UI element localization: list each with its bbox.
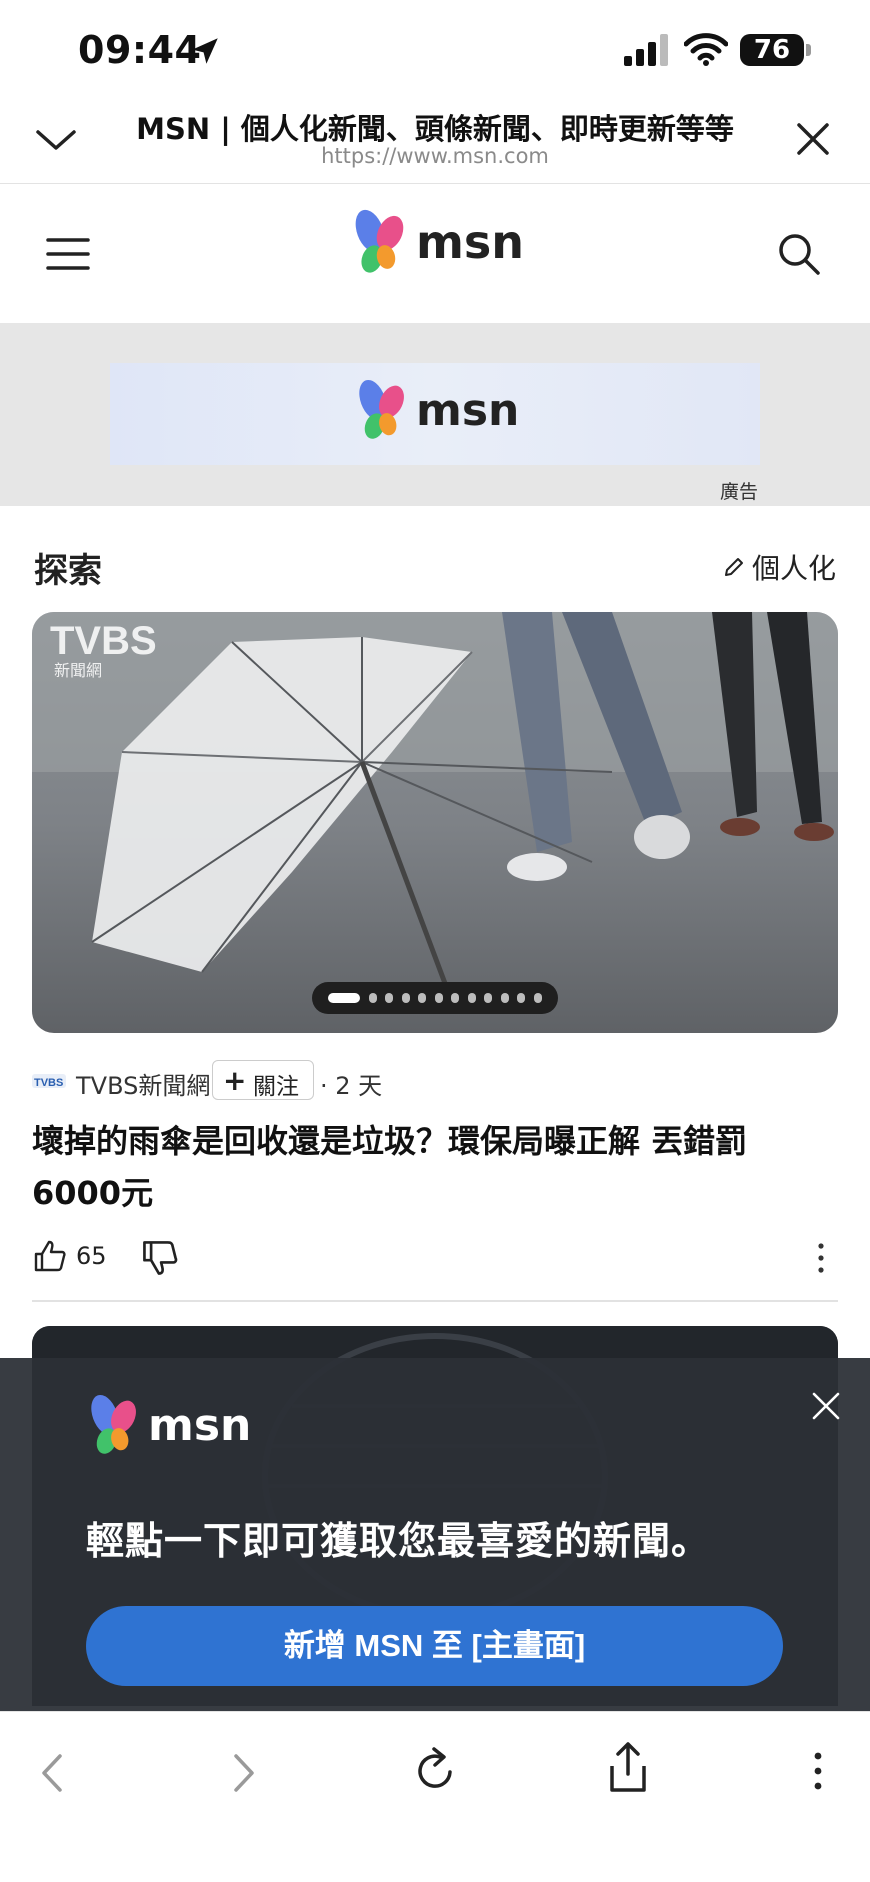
- hamburger-menu-icon[interactable]: [46, 237, 90, 271]
- tvbs-watermark: TVBS: [50, 619, 157, 663]
- svg-text:TVBS: TVBS: [34, 1077, 63, 1089]
- carousel-dot[interactable]: [467, 993, 476, 1003]
- carousel-dot[interactable]: [418, 993, 426, 1003]
- reload-icon[interactable]: [410, 1744, 460, 1796]
- like-count: 65: [76, 1242, 107, 1270]
- ad-banner[interactable]: msn: [110, 363, 760, 465]
- section-title: 探索: [34, 551, 102, 591]
- carousel-dot[interactable]: [517, 993, 525, 1003]
- source-name[interactable]: TVBS新聞網: [76, 1066, 210, 1101]
- page-url: https://www.msn.com: [321, 144, 549, 168]
- follow-label: 關注: [253, 1074, 299, 1100]
- promo-message: 輕點一下即可獲取您最喜愛的新聞。: [86, 1519, 711, 1563]
- umbrella-photo: TVBS 新聞網: [32, 612, 838, 1033]
- carousel-dot[interactable]: [484, 993, 492, 1003]
- page-title: MSN | 個人化新聞、頭條新聞、即時更新等等: [136, 112, 734, 146]
- more-options-icon[interactable]: [806, 1746, 830, 1796]
- carousel-dot[interactable]: [451, 993, 459, 1003]
- carousel-dot[interactable]: [328, 993, 360, 1003]
- carousel-dot[interactable]: [401, 993, 410, 1003]
- promo-msn-logo: msn: [86, 1394, 256, 1464]
- follow-button[interactable]: + 關注: [212, 1060, 314, 1100]
- pencil-icon: [725, 558, 743, 576]
- browser-header: MSN | 個人化新聞、頭條新聞、即時更新等等 https://www.msn.…: [0, 100, 870, 184]
- ad-label: 廣告: [720, 481, 759, 503]
- thumbs-down-icon[interactable]: [140, 1238, 180, 1278]
- carousel-dot[interactable]: [368, 993, 377, 1003]
- svg-text:新聞網: 新聞網: [54, 661, 102, 680]
- chevron-down-icon[interactable]: [30, 118, 82, 162]
- add-to-home-screen-button[interactable]: 新增 MSN 至 [主畫面]: [86, 1606, 783, 1686]
- thumbs-up-icon: [34, 1240, 66, 1272]
- msn-logo[interactable]: msn: [350, 209, 524, 279]
- msn-butterfly-icon: [355, 209, 404, 273]
- close-icon[interactable]: [790, 116, 836, 162]
- carousel-dot[interactable]: [533, 993, 542, 1003]
- battery-indicator: 76: [740, 34, 804, 66]
- location-arrow-icon: [192, 38, 218, 64]
- personalize-label: 個人化: [752, 552, 837, 585]
- close-icon[interactable]: [806, 1386, 846, 1426]
- wifi-icon: [684, 33, 728, 66]
- plus-icon: +: [223, 1064, 247, 1097]
- search-icon[interactable]: [776, 231, 822, 277]
- divider: [32, 1300, 838, 1302]
- forward-arrow-icon[interactable]: [226, 1748, 262, 1798]
- msn-butterfly-icon: [91, 1394, 136, 1454]
- source-logo-icon: TVBS: [32, 1074, 66, 1089]
- back-arrow-icon[interactable]: [34, 1748, 70, 1798]
- status-bar: 09:44 76: [0, 0, 870, 100]
- add-to-home-prompt: msn 輕點一下即可獲取您最喜愛的新聞。 新增 MSN 至 [主畫面]: [0, 1358, 870, 1711]
- more-options-icon[interactable]: [806, 1238, 836, 1278]
- cellular-signal-icon: [624, 34, 668, 66]
- msn-butterfly-icon: [359, 379, 404, 439]
- carousel-dot[interactable]: [385, 993, 393, 1003]
- share-icon[interactable]: [604, 1740, 652, 1796]
- ad-area: msn 廣告: [0, 323, 870, 506]
- msn-logo-text: msn: [416, 215, 525, 269]
- msn-header: msn: [0, 185, 870, 323]
- carousel-dot[interactable]: [500, 993, 509, 1003]
- article-time: · 2 天: [320, 1072, 383, 1100]
- browser-toolbar: [0, 1711, 870, 1882]
- personalize-button[interactable]: 個人化: [722, 547, 842, 587]
- ad-logo-text: msn: [416, 385, 520, 436]
- battery-cap: [806, 44, 811, 56]
- carousel-indicator[interactable]: [312, 982, 558, 1014]
- promo-logo-text: msn: [148, 1400, 252, 1451]
- article-image[interactable]: TVBS 新聞網: [32, 612, 838, 1033]
- status-time: 09:44: [78, 28, 202, 72]
- ad-msn-logo: msn: [354, 379, 524, 445]
- carousel-dot[interactable]: [434, 993, 443, 1003]
- article-headline[interactable]: 壞掉的雨傘是回收還是垃圾？環保局曝正解 丟錯罰6000元: [32, 1115, 832, 1219]
- like-button[interactable]: 65: [32, 1236, 122, 1278]
